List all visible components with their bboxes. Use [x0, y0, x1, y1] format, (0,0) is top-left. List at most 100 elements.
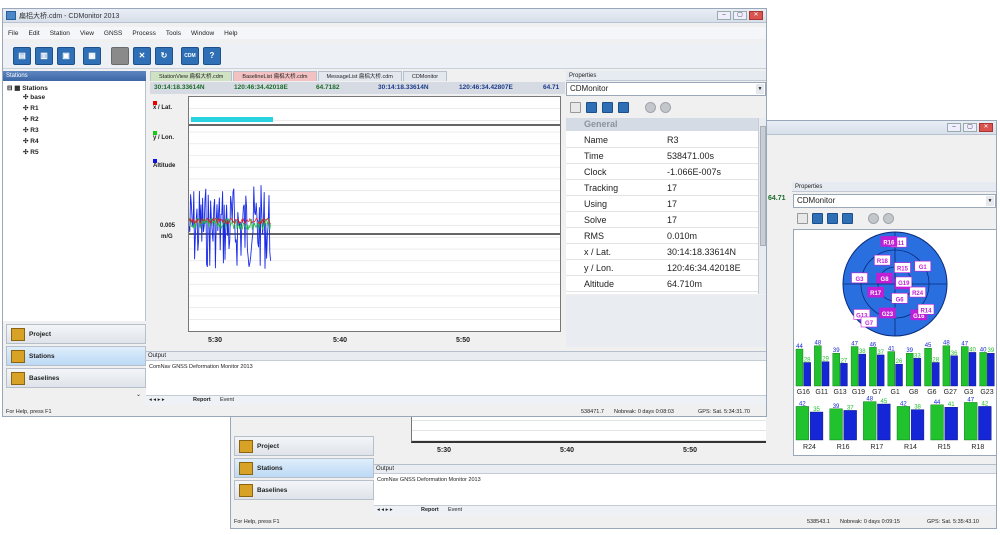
list-icon[interactable] [842, 213, 853, 224]
edit-icon[interactable] [827, 213, 838, 224]
document-tabs: StationView 扁梠大桥.cdm BaselineList 扁梠大桥.c… [150, 71, 448, 81]
tab-event[interactable]: Event [220, 397, 234, 403]
sort-icon[interactable] [797, 213, 808, 224]
save-icon[interactable]: ▣ [57, 47, 75, 65]
tab-report[interactable]: Report [193, 397, 211, 403]
signal-label: 29 [822, 357, 829, 363]
nav-project-button[interactable]: Project [6, 324, 146, 344]
signal-label: 48 [815, 341, 822, 347]
tab-cdmonitor[interactable]: CDMonitor [402, 71, 448, 81]
section-general[interactable]: General [566, 118, 758, 131]
signal-bar [832, 353, 840, 387]
open-icon[interactable]: ▥ [35, 47, 53, 65]
menu-process[interactable]: Process [132, 30, 155, 37]
property-row[interactable]: Tracking 17 [566, 180, 758, 196]
property-row[interactable]: Using 17 [566, 196, 758, 212]
minimize-button[interactable]: – [947, 123, 961, 132]
window-front: 扁梠大桥.cdm - CDMonitor 2013 – ▢ ✕ File Edit … [2, 8, 767, 417]
signal-label: 38 [914, 405, 921, 411]
property-row[interactable]: Name R3 [566, 132, 758, 148]
property-row[interactable]: Altitude 64.710m [566, 276, 758, 292]
nav-baselines-button[interactable]: Baselines [234, 480, 374, 500]
nav-overflow-icon[interactable]: ⌄ [136, 391, 141, 398]
menu-view[interactable]: View [80, 30, 94, 37]
menu-file[interactable]: File [8, 30, 18, 37]
save-as-icon[interactable]: ▦ [83, 47, 101, 65]
chevron-down-icon[interactable]: ▼ [986, 196, 994, 206]
list-icon[interactable] [618, 102, 629, 113]
chart-icon[interactable] [586, 102, 597, 113]
property-row[interactable]: Clock -1.066E-007s [566, 164, 758, 180]
skyplot: G27 G13 G11 G16 G3 G1 G23 R18 R24 R17 R15 G6 G8 G19 G7… [795, 231, 995, 451]
nav-stations-button[interactable]: Stations [234, 458, 374, 478]
signal-label: 41 [888, 347, 895, 353]
chart-icon[interactable] [812, 213, 823, 224]
menu-station[interactable]: Station [50, 30, 70, 37]
satellite-name: R14 [904, 444, 917, 451]
tab-baselinelist[interactable]: BaselineList 扁梠大桥.cdm [233, 71, 317, 81]
back-properties-select[interactable]: CDMonitor ▼ [793, 194, 996, 208]
tree-item-r4[interactable]: ✣ R4 [23, 137, 39, 145]
property-row[interactable]: Solve 17 [566, 212, 758, 228]
satellite-marker: R14 [917, 304, 935, 315]
property-scrollbar[interactable] [758, 118, 766, 294]
property-row[interactable]: RMS 0.010m [566, 228, 758, 244]
legend-lon: y / Lon. [153, 131, 174, 141]
tree-item-r3[interactable]: ✣ R3 [23, 126, 39, 134]
edit-icon[interactable] [602, 102, 613, 113]
tab-report[interactable]: Report [421, 507, 439, 513]
tab-stationview[interactable]: StationView 扁梠大桥.cdm [150, 71, 233, 81]
new-icon[interactable]: ▤ [13, 47, 31, 65]
maximize-button[interactable]: ▢ [733, 11, 747, 20]
satellite-label: G23 [882, 312, 894, 318]
tab-messagelist[interactable]: MessageList 扁梠大桥.cdm [317, 71, 402, 81]
close-button[interactable]: ✕ [979, 123, 993, 132]
legend-alt: Altitude [153, 159, 175, 169]
back-output-tabs: ◂ ◂ ▸ ▸ Report Event [374, 505, 996, 515]
menu-window[interactable]: Window [191, 30, 214, 37]
satellite-label: R15 [897, 267, 909, 273]
maximize-button[interactable]: ▢ [963, 123, 977, 132]
tree-item-base[interactable]: ✣ base [23, 93, 45, 101]
satellite-name: G7 [872, 389, 881, 396]
sort-icon[interactable] [570, 102, 581, 113]
menu-help[interactable]: Help [224, 30, 237, 37]
toolbar: ▤ ▥ ▣ ▦ ✕ ↻ CDM ? [3, 43, 766, 69]
property-row[interactable]: Time 538471.00s [566, 148, 758, 164]
properties-title: Properties [566, 71, 766, 81]
nav-arrows-icon[interactable]: ◂ ◂ ▸ ▸ [377, 507, 393, 513]
nav-stations-button[interactable]: Stations [6, 346, 146, 366]
back-x-tick: 5:50 [683, 447, 698, 454]
signal-label: 42 [799, 401, 806, 407]
nav-project-button[interactable]: Project [234, 436, 374, 456]
tree-item-r5[interactable]: ✣ R5 [23, 148, 39, 156]
help-icon[interactable]: ? [203, 47, 221, 65]
tree-item-r2[interactable]: ✣ R2 [23, 115, 39, 123]
nav-arrows-icon[interactable]: ◂ ◂ ▸ ▸ [149, 397, 165, 403]
signal-bar [950, 355, 958, 387]
menu-gnss[interactable]: GNSS [104, 30, 122, 37]
minimize-button[interactable]: – [717, 11, 731, 20]
menu-edit[interactable]: Edit [28, 30, 39, 37]
satellite-marker: R15 [894, 262, 911, 273]
property-row[interactable]: y / Lon. 120:46:34.42018E [566, 260, 758, 276]
signal-bar [978, 406, 992, 441]
signal-bar [910, 409, 925, 441]
close-button[interactable]: ✕ [749, 11, 763, 20]
refresh-icon[interactable]: ↻ [155, 47, 173, 65]
chevron-down-icon[interactable]: ▼ [756, 84, 764, 94]
tab-event[interactable]: Event [448, 507, 462, 513]
cancel-icon[interactable]: ✕ [133, 47, 151, 65]
cdm-icon[interactable]: CDM [181, 47, 199, 65]
properties-select[interactable]: CDMonitor ▼ [566, 82, 766, 96]
menu-tools[interactable]: Tools [166, 30, 181, 37]
satellite-marker: G1 [914, 260, 932, 272]
nav-baselines-button[interactable]: Baselines [6, 368, 146, 388]
property-row[interactable]: x / Lat. 30:14:18.33614N [566, 244, 758, 260]
tree-root[interactable]: ⊟ ▦ Stations [7, 84, 48, 92]
station-tree: ⊟ ▦ Stations ✣ base ✣ R1 ✣ R2 ✣ R3 ✣ R4 … [3, 81, 146, 321]
scroll-thumb[interactable] [760, 126, 766, 246]
tree-item-r1[interactable]: ✣ R1 [23, 104, 39, 112]
satellite-name: G23 [980, 389, 993, 396]
disabled-icon [883, 213, 894, 224]
